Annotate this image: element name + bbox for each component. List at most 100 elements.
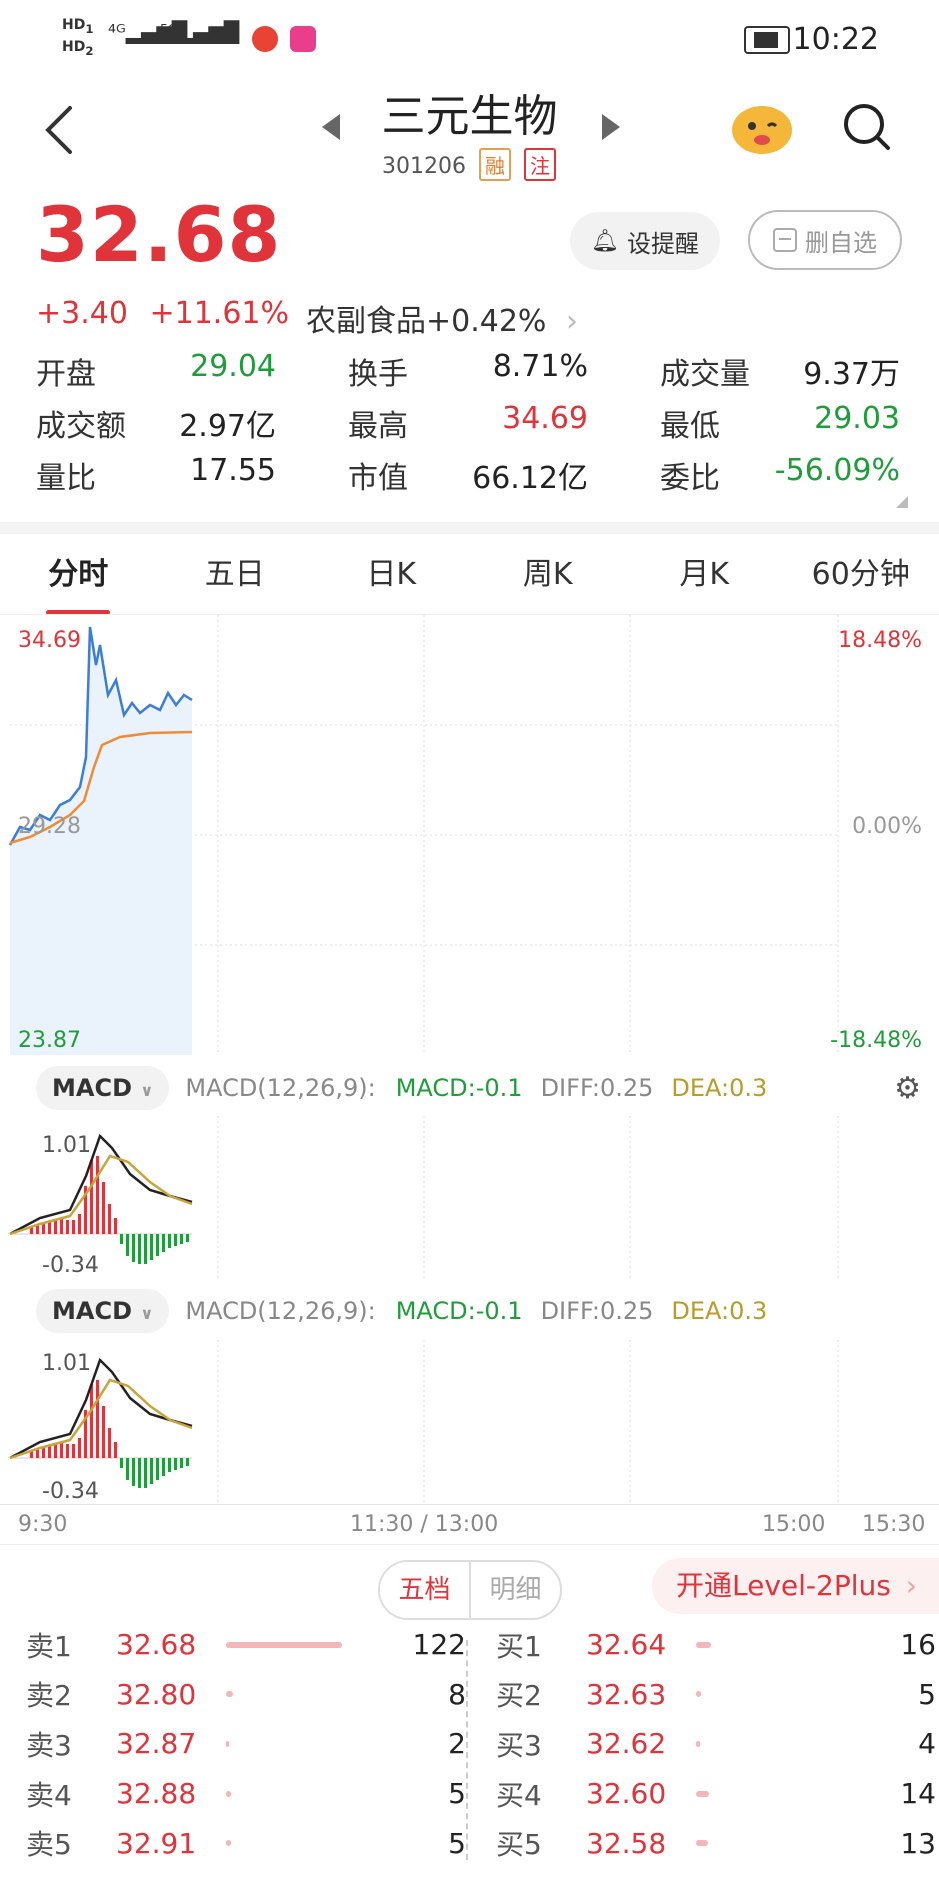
search-icon[interactable]: [840, 100, 892, 152]
order-volume: 4: [918, 1727, 936, 1761]
order-price: 32.60: [586, 1777, 667, 1811]
tab-period[interactable]: 五日: [157, 545, 314, 615]
stat-cell: 最低 29.03: [660, 401, 900, 445]
tab-period[interactable]: 日K: [313, 545, 470, 615]
stat-value: 8.71%: [492, 349, 588, 384]
stock-code: 301206: [382, 154, 466, 179]
order-price: 32.91: [116, 1826, 197, 1860]
margin-tag: 融: [478, 148, 511, 181]
buy-order-row[interactable]: 买1 32.64 16: [496, 1620, 936, 1670]
next-stock-icon[interactable]: [598, 112, 622, 142]
period-tabs: 分时 五日 日K 周K 月K 60分钟: [0, 545, 939, 615]
buy-order-row[interactable]: 买3 32.62 4: [496, 1719, 936, 1769]
mascot-icon[interactable]: [728, 96, 796, 156]
intraday-chart[interactable]: 34.69 29.28 23.87 18.48% 0.00% -18.48%: [0, 615, 939, 1055]
stat-value: 9.37万: [803, 357, 900, 392]
order-level: 卖4: [26, 1778, 72, 1812]
stat-label: 量比: [36, 461, 96, 496]
buy-order-row[interactable]: 买5 32.58 13: [496, 1818, 936, 1868]
orderbook-tabs: 五档 明细: [378, 1560, 562, 1620]
stat-row: 成交额 2.97亿 最高 34.69 最低 29.03: [36, 397, 904, 449]
sell-order-row[interactable]: 卖1 32.68 122: [26, 1620, 466, 1670]
order-price: 32.80: [116, 1677, 197, 1711]
price-high-label: 34.69: [18, 628, 81, 653]
sector-percent: +0.42%: [426, 304, 547, 339]
order-divider: [0, 1544, 939, 1545]
sell-order-row[interactable]: 卖3 32.87 2: [26, 1719, 466, 1769]
buy-order-row[interactable]: 买4 32.60 14: [496, 1769, 936, 1819]
status-bar: HD1 HD2 ⁴ᴳ▂▄▆█ ⁵ᴳ▂▄▆█ ◠ 10:22: [0, 0, 939, 80]
dea-value: DEA:0.3: [671, 1074, 768, 1102]
sell-orders: 卖1 32.68 122 卖2 32.80 8 卖3 32.87 2 卖4 32.88 5 卖5 32.9…: [26, 1620, 466, 1868]
remove-watchlist-button[interactable]: 删自选: [748, 210, 902, 270]
pct-low-label: -18.48%: [830, 1028, 922, 1053]
stat-label: 成交额: [36, 409, 126, 444]
registration-tag: 注: [523, 148, 556, 181]
sell-order-row[interactable]: 卖4 32.88 5: [26, 1769, 466, 1819]
level2-upgrade-button[interactable]: 开通Level-2Plus ›: [652, 1558, 939, 1614]
order-volume-bar: [226, 1641, 342, 1648]
settings-gear-icon[interactable]: ⚙: [894, 1071, 921, 1106]
order-level: 卖1: [26, 1629, 72, 1663]
chevron-down-icon: ∨: [140, 1304, 154, 1323]
stat-cell: 换手 8.71%: [348, 349, 588, 393]
order-volume: 8: [448, 1677, 466, 1711]
sell-order-row[interactable]: 卖2 32.80 8: [26, 1670, 466, 1720]
time-label-noon: 11:30 / 13:00: [350, 1512, 499, 1537]
order-volume: 122: [412, 1628, 466, 1662]
current-price: 32.68: [36, 190, 282, 279]
tab-five-levels[interactable]: 五档: [380, 1562, 469, 1618]
clock: 10:22: [792, 22, 879, 57]
order-volume: 16: [900, 1628, 936, 1662]
order-volume-bar: [696, 1840, 708, 1847]
level2-label: 开通Level-2Plus: [676, 1569, 891, 1602]
buy-orders: 买1 32.64 16 买2 32.63 5 买3 32.62 4 买4 32.60 14 买5 32.5…: [496, 1620, 936, 1868]
price-mid-label: 29.28: [18, 814, 81, 839]
diff-value-2: DIFF:0.25: [540, 1297, 654, 1325]
order-level: 买1: [496, 1629, 542, 1663]
sector-link[interactable]: 农副食品+0.42% ›: [306, 296, 578, 340]
order-volume-bar: [696, 1790, 709, 1797]
stat-cell: 最高 34.69: [348, 401, 588, 445]
order-volume-bar: [226, 1790, 231, 1797]
order-level: 卖2: [26, 1679, 72, 1713]
tab-detail[interactable]: 明细: [469, 1562, 560, 1618]
stat-value: 2.97亿: [179, 409, 276, 444]
stat-value: 29.03: [814, 401, 900, 436]
stat-cell: 成交量 9.37万: [660, 349, 900, 393]
indicator-select-2[interactable]: MACD ∨: [36, 1289, 170, 1333]
dea-value-2: DEA:0.3: [671, 1297, 768, 1325]
tab-period[interactable]: 周K: [470, 545, 627, 615]
tab-period[interactable]: 60分钟: [783, 545, 939, 615]
indicator-row-2: MACD ∨ MACD(12,26,9): MACD:-0.1 DIFF:0.2…: [0, 1283, 939, 1339]
video-app-icon: [290, 26, 316, 52]
price-change: +3.40 +11.61%: [36, 296, 289, 331]
macd-high-label-2: 1.01: [42, 1351, 91, 1376]
set-alert-button[interactable]: 🔔︎ 设提醒: [570, 212, 720, 270]
order-price: 32.87: [116, 1727, 197, 1761]
order-price: 32.64: [586, 1628, 667, 1662]
tab-period[interactable]: 月K: [626, 545, 783, 615]
pct-mid-label: 0.00%: [852, 814, 922, 839]
order-price: 32.58: [586, 1826, 667, 1860]
time-label-close: 15:00: [762, 1512, 826, 1537]
stat-label: 委比: [660, 461, 720, 496]
order-price: 32.68: [116, 1628, 197, 1662]
tab-period[interactable]: 分时: [0, 545, 157, 615]
macd-chart-2[interactable]: 1.01 -0.34: [0, 1340, 939, 1504]
macd-chart-1[interactable]: 1.01 -0.34: [0, 1116, 939, 1280]
buy-order-row[interactable]: 买2 32.63 5: [496, 1670, 936, 1720]
indicator-select[interactable]: MACD ∨: [36, 1066, 170, 1110]
expand-corner-icon[interactable]: [896, 496, 908, 508]
stats-grid: 开盘 29.04 换手 8.71% 成交量 9.37万 成交额 2.97亿 最高 34.69 最低 2…: [36, 345, 904, 501]
order-volume: 14: [900, 1777, 936, 1811]
order-volume-bar: [696, 1740, 700, 1747]
change-percent: +11.61%: [149, 296, 290, 331]
stat-label: 市值: [348, 461, 408, 496]
stat-label: 换手: [348, 357, 408, 392]
order-volume-bar: [696, 1641, 711, 1648]
order-price: 32.62: [586, 1727, 667, 1761]
stat-label: 成交量: [660, 357, 750, 392]
order-level: 卖3: [26, 1728, 72, 1762]
sell-order-row[interactable]: 卖5 32.91 5: [26, 1818, 466, 1868]
